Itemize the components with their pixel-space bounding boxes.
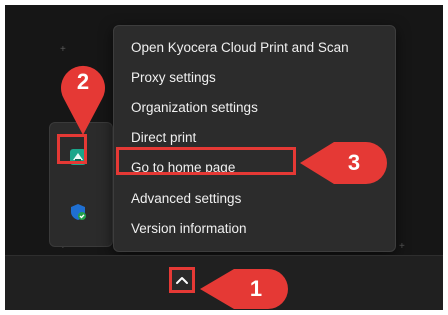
kyocera-icon-highlight	[57, 134, 87, 164]
callout-number-2: 2	[76, 69, 90, 94]
go-to-home-page-highlight	[116, 147, 296, 175]
callout-number-3: 3	[347, 150, 361, 175]
callout-number-1: 1	[249, 276, 263, 301]
menu-item-version-information[interactable]: Version information	[131, 216, 247, 242]
menu-item-proxy-settings[interactable]: Proxy settings	[131, 65, 216, 91]
menu-item-open-kyocera[interactable]: Open Kyocera Cloud Print and Scan	[131, 35, 349, 61]
chevron-up-icon	[176, 277, 188, 284]
menu-item-advanced-settings[interactable]: Advanced settings	[131, 186, 241, 212]
grid-dot: +	[399, 241, 405, 252]
windows-security-icon[interactable]	[67, 201, 89, 223]
callout-pin-2	[61, 65, 105, 135]
grid-dot: +	[60, 44, 66, 55]
kyocera-context-menu: Open Kyocera Cloud Print and Scan Proxy …	[113, 25, 396, 252]
show-hidden-icons-button[interactable]	[169, 267, 195, 293]
screenshot-frame: + + + + + + +	[0, 0, 448, 315]
menu-item-organization-settings[interactable]: Organization settings	[131, 95, 258, 121]
